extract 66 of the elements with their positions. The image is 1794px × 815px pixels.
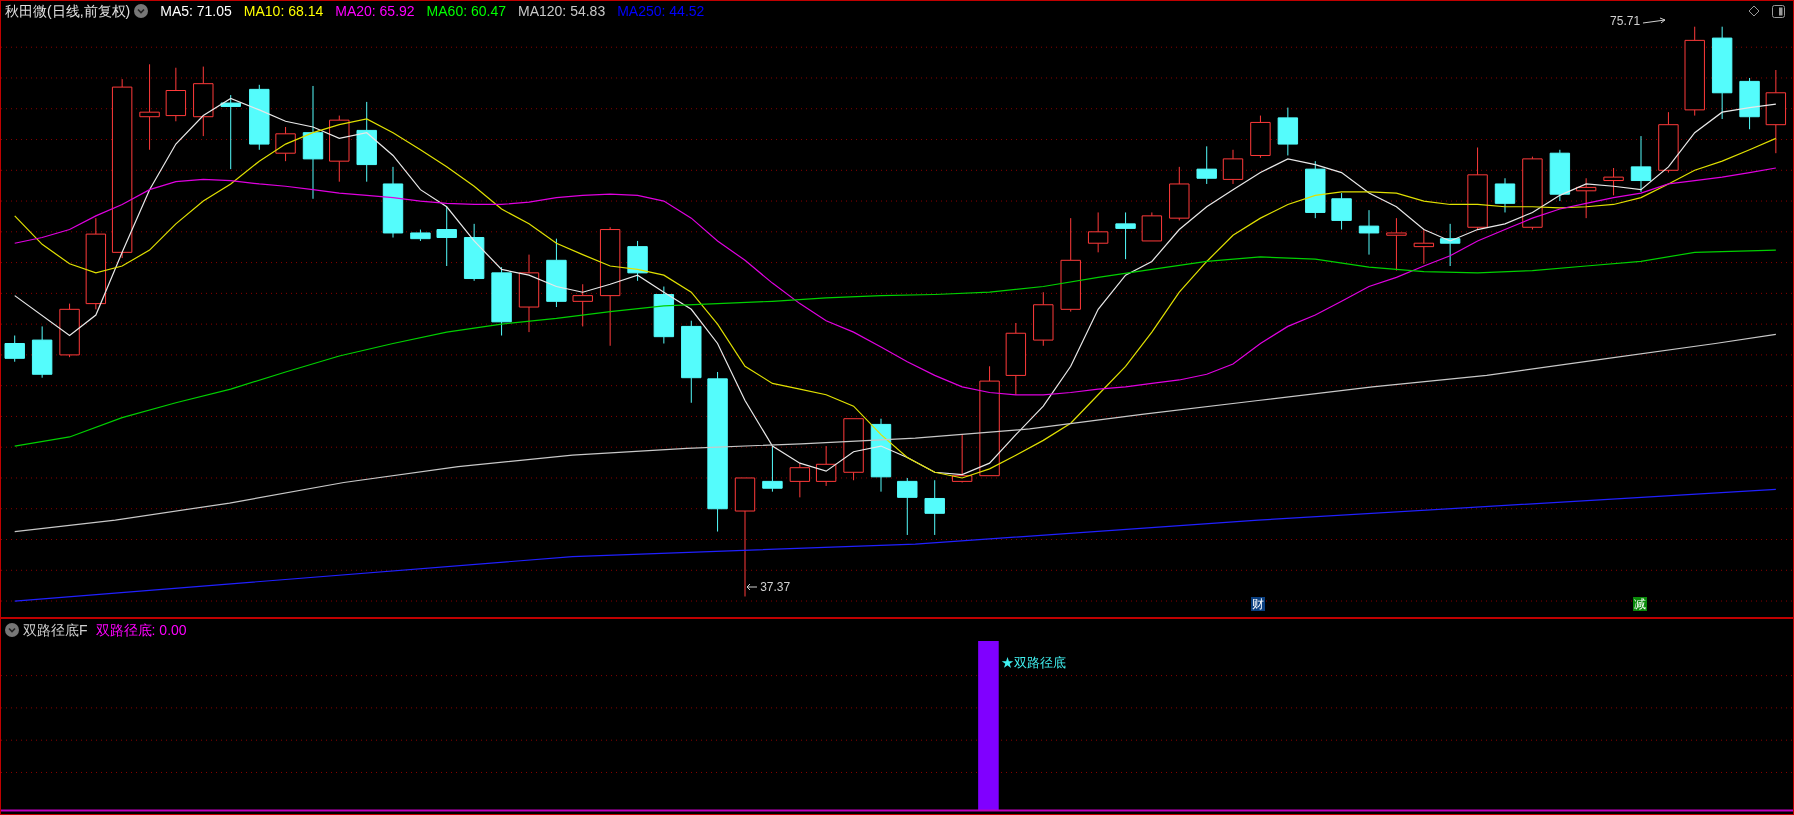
price-label: 75.71 [1610, 13, 1641, 31]
candlestick [1739, 77, 1760, 130]
indicator-title: 双路径底F [23, 620, 88, 640]
candlestick [59, 303, 80, 358]
candlestick [1575, 177, 1597, 219]
candlestick [165, 67, 187, 122]
candlestick [653, 286, 675, 344]
candlestick [193, 66, 214, 137]
candlestick [1494, 177, 1516, 213]
candlestick [1386, 217, 1407, 272]
candlestick [789, 462, 811, 498]
candlestick [1141, 211, 1163, 242]
moving-average-value: MA120: 54.83 [518, 1, 606, 21]
candlestick [1305, 160, 1326, 219]
candlestick [463, 223, 485, 282]
candlestick [546, 238, 567, 308]
moving-average-value: MA5: 71.05 [160, 1, 232, 21]
dropdown-icon[interactable] [5, 623, 19, 637]
candlestick [1115, 211, 1136, 260]
indicator-value: 双路径底: 0.00 [95, 620, 187, 640]
candlestick [436, 206, 457, 267]
candlestick [382, 166, 404, 238]
candlestick [762, 445, 783, 493]
candlestick [1087, 211, 1109, 253]
candlestick [627, 240, 648, 282]
dropdown-icon[interactable] [134, 4, 149, 18]
candlestick [572, 283, 593, 327]
candlestick [1331, 192, 1352, 231]
candlestick [1439, 223, 1461, 267]
price-label: 37.37 [760, 579, 791, 597]
candlestick [1549, 149, 1571, 202]
candlestick [1603, 167, 1624, 196]
candlestick [924, 479, 945, 536]
candlestick [1277, 107, 1299, 156]
candlestick [1033, 291, 1054, 347]
arrow-icon [1642, 17, 1667, 26]
candlestick [815, 445, 837, 487]
moving-average-value: MA20: 65.92 [335, 1, 415, 21]
signal-label: ★双路径底 [1001, 654, 1066, 672]
candlestick [1630, 135, 1652, 193]
diamond-icon[interactable] [1748, 5, 1760, 17]
moving-average-value: MA10: 68.14 [243, 1, 324, 21]
candlestick [1222, 149, 1244, 185]
candlestick [31, 325, 53, 379]
stock-title: 秋田微(日线,前复权) [5, 1, 131, 21]
moving-average-value: MA250: 44.52 [617, 1, 705, 21]
candlestick [1169, 166, 1190, 221]
candlestick [951, 434, 973, 484]
candlestick [1658, 111, 1679, 174]
candlestick [1413, 229, 1435, 265]
candlestick [249, 84, 270, 151]
candlestick [1250, 115, 1271, 159]
event-badge[interactable]: 减 [1632, 597, 1647, 612]
event-badge[interactable]: 财 [1251, 597, 1266, 612]
arrow-icon [746, 583, 759, 592]
candlestick [410, 229, 431, 242]
candlestick [1358, 209, 1380, 256]
candlestick [275, 126, 296, 162]
candlestick [1196, 145, 1217, 185]
candlestick [4, 335, 25, 363]
candlestick [491, 266, 512, 336]
panel-toggle-icon[interactable] [1772, 4, 1785, 18]
candlestick [897, 477, 918, 536]
candlestick [329, 115, 350, 183]
candlestick [843, 418, 864, 481]
moving-average-value: MA60: 60.47 [426, 1, 506, 21]
